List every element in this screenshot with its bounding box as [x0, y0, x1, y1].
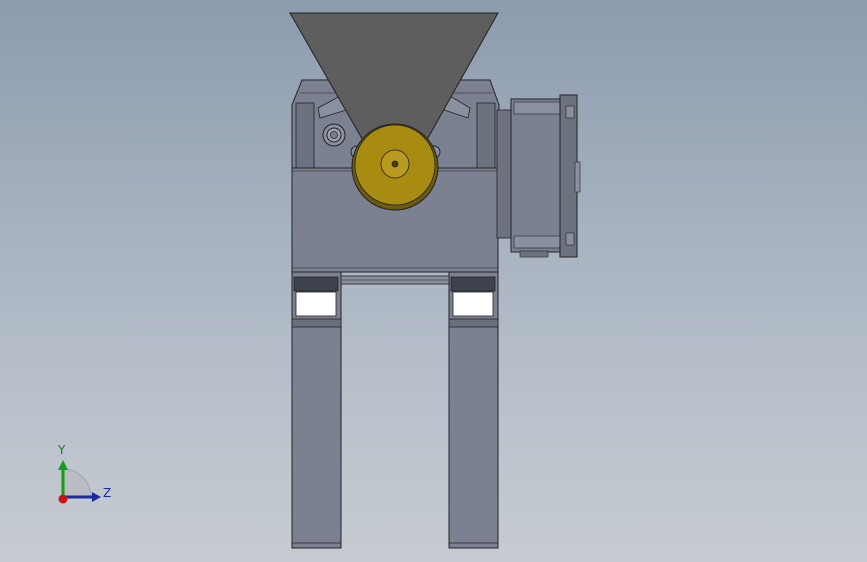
- bolt-left: [322, 123, 346, 147]
- z-axis-label: Z: [103, 486, 112, 500]
- left-leg[interactable]: [291, 271, 342, 549]
- triad-plane: [62, 468, 92, 498]
- axis-triad: [58, 460, 101, 504]
- right-leg[interactable]: [448, 271, 499, 549]
- cad-viewport[interactable]: Y Z: [0, 0, 867, 562]
- motor-box[interactable]: [496, 94, 581, 258]
- cross-bar: [340, 275, 450, 285]
- x-axis-origin: [58, 494, 68, 504]
- y-axis-label: Y: [58, 443, 66, 457]
- machine-model[interactable]: [0, 0, 867, 562]
- y-axis-arrow-head: [58, 460, 68, 470]
- z-axis-arrow-head: [92, 492, 101, 502]
- gear-pulley[interactable]: [351, 123, 439, 211]
